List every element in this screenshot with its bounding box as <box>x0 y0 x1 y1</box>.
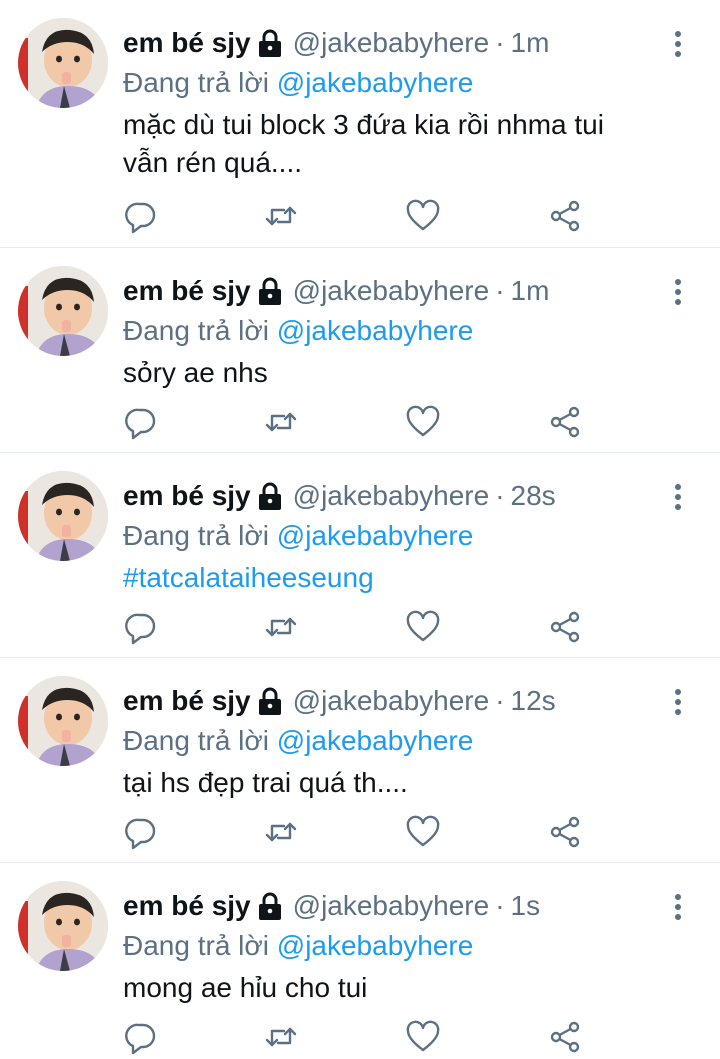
timestamp[interactable]: 28s <box>511 480 556 512</box>
avatar[interactable] <box>18 266 108 356</box>
tweet-text-line: vẫn rén quá.... <box>123 147 303 178</box>
avatar[interactable] <box>18 881 108 971</box>
timestamp[interactable]: 1m <box>511 275 550 307</box>
tweet[interactable]: em bé sjy @jakebabyhere · 28s Đang trả l… <box>0 453 720 658</box>
retweet-icon[interactable] <box>263 814 303 854</box>
tweet-text: sỏry ae nhs <box>123 357 268 388</box>
mention-link[interactable]: @jakebabyhere <box>277 67 474 98</box>
avatar-photo <box>18 471 108 561</box>
user-handle[interactable]: @jakebabyhere <box>293 275 490 307</box>
timestamp[interactable]: 1s <box>511 890 541 922</box>
mention-link[interactable]: @jakebabyhere <box>277 930 474 961</box>
user-handle[interactable]: @jakebabyhere <box>293 890 490 922</box>
avatar-photo <box>18 18 108 108</box>
reply-icon[interactable] <box>123 814 163 854</box>
separator-dot: · <box>495 27 505 58</box>
tweet-text-line: mặc dù tui block 3 đứa kia rồi nhma tui <box>123 109 604 140</box>
mention-link[interactable]: @jakebabyhere <box>277 315 474 346</box>
replying-prefix: Đang trả lời <box>123 520 269 551</box>
more-options-icon[interactable] <box>666 688 690 720</box>
share-icon[interactable] <box>547 814 587 854</box>
retweet-icon[interactable] <box>263 198 303 238</box>
avatar-photo <box>18 881 108 971</box>
replying-prefix: Đang trả lời <box>123 725 269 756</box>
tweet-text: mặc dù tui block 3 đứa kia rồi nhma tui … <box>123 106 700 182</box>
avatar[interactable] <box>18 471 108 561</box>
tweet-text: mong ae hỉu cho tui <box>123 972 368 1003</box>
mention-link[interactable]: @jakebabyhere <box>277 725 474 756</box>
lock-icon <box>257 276 283 306</box>
replying-to: Đang trả lời @jakebabyhere <box>123 517 700 555</box>
more-options-icon[interactable] <box>666 483 690 515</box>
replying-to: Đang trả lời @jakebabyhere <box>123 927 700 965</box>
display-name[interactable]: em bé sjy <box>123 685 251 717</box>
tweet-actions <box>123 198 593 238</box>
tweet[interactable]: em bé sjy @jakebabyhere · 1s Đang trả lờ… <box>0 863 720 1059</box>
timestamp[interactable]: 12s <box>511 685 556 717</box>
tweet-text: tại hs đẹp trai quá th.... <box>123 767 408 798</box>
retweet-icon[interactable] <box>263 609 303 649</box>
share-icon[interactable] <box>547 404 587 444</box>
more-options-icon[interactable] <box>666 278 690 310</box>
tweet-feed: em bé sjy @jakebabyhere · 1m Đang trả lờ… <box>0 0 720 1059</box>
separator-dot: · <box>495 275 505 306</box>
tweet-actions <box>123 814 593 854</box>
reply-icon[interactable] <box>123 609 163 649</box>
tweet[interactable]: em bé sjy @jakebabyhere · 1m Đang trả lờ… <box>0 0 720 248</box>
reply-icon[interactable] <box>123 198 163 238</box>
tweet-actions <box>123 1019 593 1059</box>
display-name[interactable]: em bé sjy <box>123 480 251 512</box>
tweet[interactable]: em bé sjy @jakebabyhere · 1m Đang trả lờ… <box>0 248 720 453</box>
separator-dot: · <box>495 685 505 716</box>
replying-prefix: Đang trả lời <box>123 67 269 98</box>
replying-to: Đang trả lời @jakebabyhere <box>123 312 700 350</box>
display-name[interactable]: em bé sjy <box>123 27 251 59</box>
share-icon[interactable] <box>547 609 587 649</box>
more-options-icon[interactable] <box>666 893 690 925</box>
separator-dot: · <box>495 890 505 921</box>
avatar[interactable] <box>18 676 108 766</box>
lock-icon <box>257 891 283 921</box>
tweet-actions <box>123 609 593 649</box>
lock-icon <box>257 686 283 716</box>
tweet-actions <box>123 404 593 444</box>
retweet-icon[interactable] <box>263 404 303 444</box>
like-icon[interactable] <box>405 1019 445 1059</box>
tweet[interactable]: em bé sjy @jakebabyhere · 12s Đang trả l… <box>0 658 720 863</box>
like-icon[interactable] <box>405 198 445 238</box>
hashtag-link[interactable]: #tatcalataiheeseung <box>123 559 700 597</box>
replying-to: Đang trả lời @jakebabyhere <box>123 722 700 760</box>
separator-dot: · <box>495 480 505 511</box>
avatar-photo <box>18 676 108 766</box>
user-handle[interactable]: @jakebabyhere <box>293 480 490 512</box>
timestamp[interactable]: 1m <box>511 27 550 59</box>
lock-icon <box>257 28 283 58</box>
like-icon[interactable] <box>405 609 445 649</box>
replying-prefix: Đang trả lời <box>123 315 269 346</box>
user-handle[interactable]: @jakebabyhere <box>293 685 490 717</box>
lock-icon <box>257 481 283 511</box>
like-icon[interactable] <box>405 404 445 444</box>
user-handle[interactable]: @jakebabyhere <box>293 27 490 59</box>
display-name[interactable]: em bé sjy <box>123 275 251 307</box>
reply-icon[interactable] <box>123 1019 163 1059</box>
share-icon[interactable] <box>547 198 587 238</box>
reply-icon[interactable] <box>123 404 163 444</box>
like-icon[interactable] <box>405 814 445 854</box>
share-icon[interactable] <box>547 1019 587 1059</box>
replying-prefix: Đang trả lời <box>123 930 269 961</box>
avatar-photo <box>18 266 108 356</box>
avatar[interactable] <box>18 18 108 108</box>
replying-to: Đang trả lời @jakebabyhere <box>123 64 700 102</box>
display-name[interactable]: em bé sjy <box>123 890 251 922</box>
more-options-icon[interactable] <box>666 30 690 62</box>
mention-link[interactable]: @jakebabyhere <box>277 520 474 551</box>
retweet-icon[interactable] <box>263 1019 303 1059</box>
